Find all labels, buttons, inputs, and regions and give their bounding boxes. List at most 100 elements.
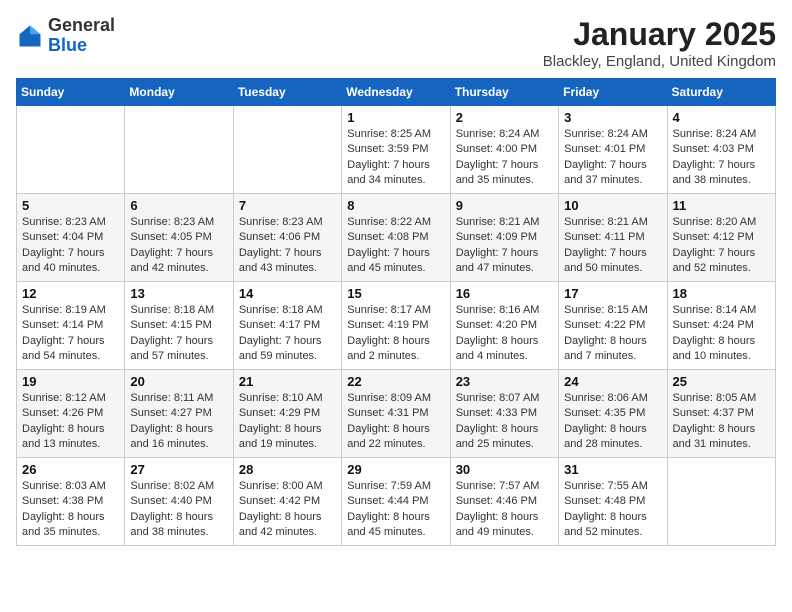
calendar-table: Sunday Monday Tuesday Wednesday Thursday… bbox=[16, 78, 776, 546]
calendar-cell: 24Sunrise: 8:06 AMSunset: 4:35 PMDayligh… bbox=[559, 370, 667, 458]
day-info: Sunrise: 8:23 AMSunset: 4:06 PMDaylight:… bbox=[239, 215, 336, 277]
daylight: Daylight: 7 hours and 52 minutes. bbox=[673, 247, 756, 274]
logo-blue-text: Blue bbox=[48, 35, 87, 55]
day-number: 12 bbox=[22, 286, 119, 301]
sunrise: Sunrise: 8:25 AM bbox=[347, 128, 431, 140]
day-info: Sunrise: 8:05 AMSunset: 4:37 PMDaylight:… bbox=[673, 391, 770, 453]
sunrise: Sunrise: 7:57 AM bbox=[456, 480, 540, 492]
logo-icon bbox=[16, 22, 44, 50]
daylight: Daylight: 8 hours and 16 minutes. bbox=[130, 423, 213, 450]
sunset: Sunset: 4:42 PM bbox=[239, 495, 320, 507]
logo-general-text: General bbox=[48, 15, 115, 35]
day-info: Sunrise: 8:17 AMSunset: 4:19 PMDaylight:… bbox=[347, 303, 444, 365]
title-block: January 2025 Blackley, England, United K… bbox=[543, 16, 776, 70]
sunrise: Sunrise: 8:21 AM bbox=[564, 216, 648, 228]
calendar-cell: 15Sunrise: 8:17 AMSunset: 4:19 PMDayligh… bbox=[342, 282, 450, 370]
sunset: Sunset: 4:33 PM bbox=[456, 407, 537, 419]
day-number: 23 bbox=[456, 374, 553, 389]
day-number: 20 bbox=[130, 374, 227, 389]
sunrise: Sunrise: 8:07 AM bbox=[456, 392, 540, 404]
sunset: Sunset: 4:14 PM bbox=[22, 319, 103, 331]
calendar-cell: 21Sunrise: 8:10 AMSunset: 4:29 PMDayligh… bbox=[233, 370, 341, 458]
daylight: Daylight: 8 hours and 45 minutes. bbox=[347, 511, 430, 538]
sunset: Sunset: 4:09 PM bbox=[456, 231, 537, 243]
daylight: Daylight: 8 hours and 7 minutes. bbox=[564, 335, 647, 362]
calendar-cell: 22Sunrise: 8:09 AMSunset: 4:31 PMDayligh… bbox=[342, 370, 450, 458]
header-thursday: Thursday bbox=[450, 79, 558, 106]
header-sunday: Sunday bbox=[17, 79, 125, 106]
sunrise: Sunrise: 8:24 AM bbox=[564, 128, 648, 140]
day-number: 27 bbox=[130, 462, 227, 477]
day-info: Sunrise: 8:15 AMSunset: 4:22 PMDaylight:… bbox=[564, 303, 661, 365]
day-number: 4 bbox=[673, 110, 770, 125]
header-tuesday: Tuesday bbox=[233, 79, 341, 106]
calendar-cell: 30 Sunrise: 7:57 AMSunset: 4:46 PMDayligh… bbox=[450, 458, 558, 546]
sunrise: Sunrise: 8:16 AM bbox=[456, 304, 540, 316]
day-number: 30 bbox=[456, 462, 553, 477]
sunset: Sunset: 4:38 PM bbox=[22, 495, 103, 507]
sunset: Sunset: 4:00 PM bbox=[456, 143, 537, 155]
daylight: Daylight: 8 hours and 10 minutes. bbox=[673, 335, 756, 362]
calendar-cell: 5Sunrise: 8:23 AMSunset: 4:04 PMDaylight… bbox=[17, 194, 125, 282]
sunset: Sunset: 4:08 PM bbox=[347, 231, 428, 243]
day-number: 16 bbox=[456, 286, 553, 301]
day-number: 24 bbox=[564, 374, 661, 389]
calendar-cell: 19Sunrise: 8:12 AMSunset: 4:26 PMDayligh… bbox=[17, 370, 125, 458]
calendar-cell bbox=[125, 106, 233, 194]
sunrise: Sunrise: 8:06 AM bbox=[564, 392, 648, 404]
daylight: Daylight: 7 hours and 47 minutes. bbox=[456, 247, 539, 274]
header-saturday: Saturday bbox=[667, 79, 775, 106]
daylight: Daylight: 7 hours and 38 minutes. bbox=[673, 159, 756, 186]
sunrise: Sunrise: 8:11 AM bbox=[130, 392, 213, 404]
header-monday: Monday bbox=[125, 79, 233, 106]
day-info: Sunrise: 8:19 AMSunset: 4:14 PMDaylight:… bbox=[22, 303, 119, 365]
sunset: Sunset: 4:37 PM bbox=[673, 407, 754, 419]
day-info: Sunrise: 8:21 AMSunset: 4:11 PMDaylight:… bbox=[564, 215, 661, 277]
calendar-cell: 18Sunrise: 8:14 AMSunset: 4:24 PMDayligh… bbox=[667, 282, 775, 370]
day-number: 26 bbox=[22, 462, 119, 477]
sunset: Sunset: 4:44 PM bbox=[347, 495, 428, 507]
daylight: Daylight: 8 hours and 35 minutes. bbox=[22, 511, 105, 538]
sunrise: Sunrise: 8:03 AM bbox=[22, 480, 106, 492]
daylight: Daylight: 7 hours and 42 minutes. bbox=[130, 247, 213, 274]
day-info: Sunrise: 8:14 AMSunset: 4:24 PMDaylight:… bbox=[673, 303, 770, 365]
calendar-week-row: 1Sunrise: 8:25 AMSunset: 3:59 PMDaylight… bbox=[17, 106, 776, 194]
calendar-cell: 10Sunrise: 8:21 AMSunset: 4:11 PMDayligh… bbox=[559, 194, 667, 282]
daylight: Daylight: 8 hours and 19 minutes. bbox=[239, 423, 322, 450]
day-info: Sunrise: 8:09 AMSunset: 4:31 PMDaylight:… bbox=[347, 391, 444, 453]
calendar-cell: 16Sunrise: 8:16 AMSunset: 4:20 PMDayligh… bbox=[450, 282, 558, 370]
day-info: Sunrise: 7:57 AMSunset: 4:46 PMDaylight:… bbox=[456, 479, 553, 541]
calendar-cell: 11Sunrise: 8:20 AMSunset: 4:12 PMDayligh… bbox=[667, 194, 775, 282]
calendar-week-row: 19Sunrise: 8:12 AMSunset: 4:26 PMDayligh… bbox=[17, 370, 776, 458]
calendar-cell: 8Sunrise: 8:22 AMSunset: 4:08 PMDaylight… bbox=[342, 194, 450, 282]
calendar-cell: 4Sunrise: 8:24 AMSunset: 4:03 PMDaylight… bbox=[667, 106, 775, 194]
calendar-cell: 26 Sunrise: 8:03 AM Sunset: 4:38 PM Dayligh… bbox=[17, 458, 125, 546]
daylight: Daylight: 7 hours and 54 minutes. bbox=[22, 335, 105, 362]
sunrise: Sunrise: 8:23 AM bbox=[130, 216, 214, 228]
daylight: Daylight: 7 hours and 59 minutes. bbox=[239, 335, 322, 362]
calendar-subtitle: Blackley, England, United Kingdom bbox=[543, 53, 776, 70]
sunset: Sunset: 4:26 PM bbox=[22, 407, 103, 419]
daylight: Daylight: 7 hours and 57 minutes. bbox=[130, 335, 213, 362]
day-info: Sunrise: 8:02 AMSunset: 4:40 PMDaylight:… bbox=[130, 479, 227, 541]
daylight: Daylight: 7 hours and 43 minutes. bbox=[239, 247, 322, 274]
sunset: Sunset: 4:15 PM bbox=[130, 319, 211, 331]
day-number: 1 bbox=[347, 110, 444, 125]
calendar-title: January 2025 bbox=[543, 16, 776, 53]
calendar-cell: 20Sunrise: 8:11 AMSunset: 4:27 PMDayligh… bbox=[125, 370, 233, 458]
daylight: Daylight: 8 hours and 52 minutes. bbox=[564, 511, 647, 538]
sunrise: Sunrise: 8:23 AM bbox=[239, 216, 323, 228]
calendar-cell: 17Sunrise: 8:15 AMSunset: 4:22 PMDayligh… bbox=[559, 282, 667, 370]
sunset: Sunset: 4:20 PM bbox=[456, 319, 537, 331]
day-info: Sunrise: 8:03 AM Sunset: 4:38 PM Daylight:… bbox=[22, 479, 119, 541]
sunrise: Sunrise: 8:09 AM bbox=[347, 392, 431, 404]
calendar-cell bbox=[17, 106, 125, 194]
sunrise: Sunrise: 7:55 AM bbox=[564, 480, 648, 492]
day-info: Sunrise: 8:07 AMSunset: 4:33 PMDaylight:… bbox=[456, 391, 553, 453]
sunrise: Sunrise: 8:00 AM bbox=[239, 480, 323, 492]
day-number: 11 bbox=[673, 198, 770, 213]
sunrise: Sunrise: 8:12 AM bbox=[22, 392, 106, 404]
day-info: Sunrise: 7:59 AMSunset: 4:44 PMDaylight:… bbox=[347, 479, 444, 541]
day-info: Sunrise: 8:12 AMSunset: 4:26 PMDaylight:… bbox=[22, 391, 119, 453]
day-info: Sunrise: 8:16 AMSunset: 4:20 PMDaylight:… bbox=[456, 303, 553, 365]
